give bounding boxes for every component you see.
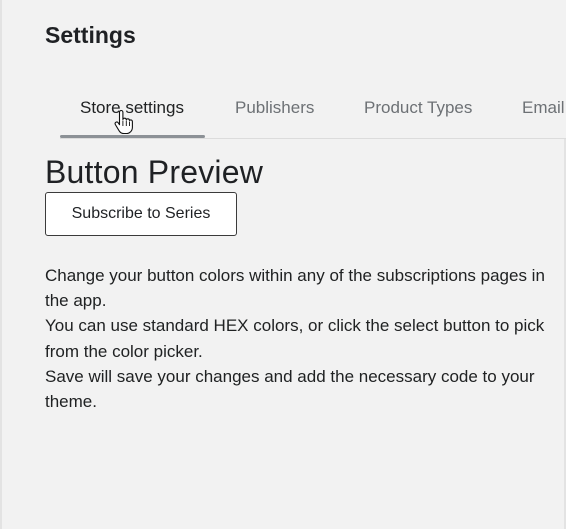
help-line: Change your button colors within any of … [45,266,545,311]
help-text: Change your button colors within any of … [45,263,555,414]
tab-email[interactable]: Email [522,86,565,138]
button-preview-title: Button Preview [45,154,264,190]
page-title: Settings [45,22,136,48]
settings-tabs: Store settings Publishers Product Types … [60,86,566,139]
help-line: Save will save your changes and add the … [45,366,535,412]
tab-product-types[interactable]: Product Types [364,86,472,138]
tab-publishers[interactable]: Publishers [235,86,314,138]
app-frame: Settings Store settings Publishers Produ… [0,0,566,529]
help-line: You can use standard HEX colors, or clic… [45,316,545,361]
hand-pointer-icon [114,110,133,134]
subscribe-to-series-button[interactable]: Subscribe to Series [45,192,237,236]
